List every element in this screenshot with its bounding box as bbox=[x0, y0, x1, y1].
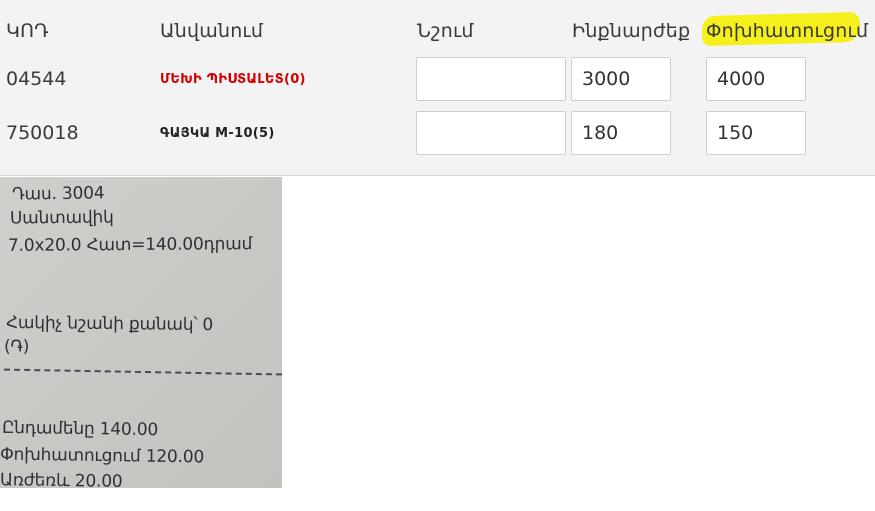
receipt-line-6: Ընդամենը 140.00 bbox=[1, 417, 159, 441]
row-2-compensation-input[interactable] bbox=[706, 111, 806, 155]
header-name: Անվանում bbox=[160, 20, 264, 42]
row-1-cost-input[interactable] bbox=[571, 57, 671, 101]
receipt-line-1: Դաս. 3004 bbox=[11, 183, 105, 205]
row-2-cost-input[interactable] bbox=[571, 111, 671, 155]
receipt-line-3: 7.0x20.0 Հատ=140.00դրամ bbox=[7, 234, 253, 256]
header-code: ԿՈԴ bbox=[6, 20, 49, 42]
receipt-divider bbox=[4, 368, 282, 376]
receipt-photo: Դաս. 3004 Սանտավիկ 7.0x20.0 Հատ=140.00դր… bbox=[0, 177, 282, 488]
row-1-note-input[interactable] bbox=[416, 57, 566, 101]
receipt-line-4: Հակիչ նշանի քանակ՝ 0 bbox=[5, 312, 214, 336]
row-1-code: 04544 bbox=[6, 68, 67, 90]
receipt-line-8: Առժեռև 20.00 bbox=[0, 470, 123, 488]
items-table: ԿՈԴ Անվանում Նշում Ինքնարժեք Փոխհատուցու… bbox=[0, 0, 875, 176]
receipt-line-2: Սանտավիկ bbox=[9, 207, 114, 229]
row-2-note-input[interactable] bbox=[416, 111, 566, 155]
receipt-line-5: (֏) bbox=[4, 337, 30, 357]
receipt-line-7: Փոխհատուցում 120.00 bbox=[0, 444, 205, 468]
row-1-compensation-input[interactable] bbox=[706, 57, 806, 101]
row-2-code: 750018 bbox=[6, 122, 79, 144]
row-1-name: ՄԵԽԻ ՊԻՍՏԱԼԵՏ(0) bbox=[160, 72, 306, 87]
row-2-name: ԳԱՅԿԱ M-10(5) bbox=[160, 126, 275, 141]
header-cost: Ինքնարժեք bbox=[572, 20, 691, 42]
header-note: Նշում bbox=[417, 20, 474, 42]
header-compensation: Փոխհատուցում bbox=[706, 20, 869, 42]
